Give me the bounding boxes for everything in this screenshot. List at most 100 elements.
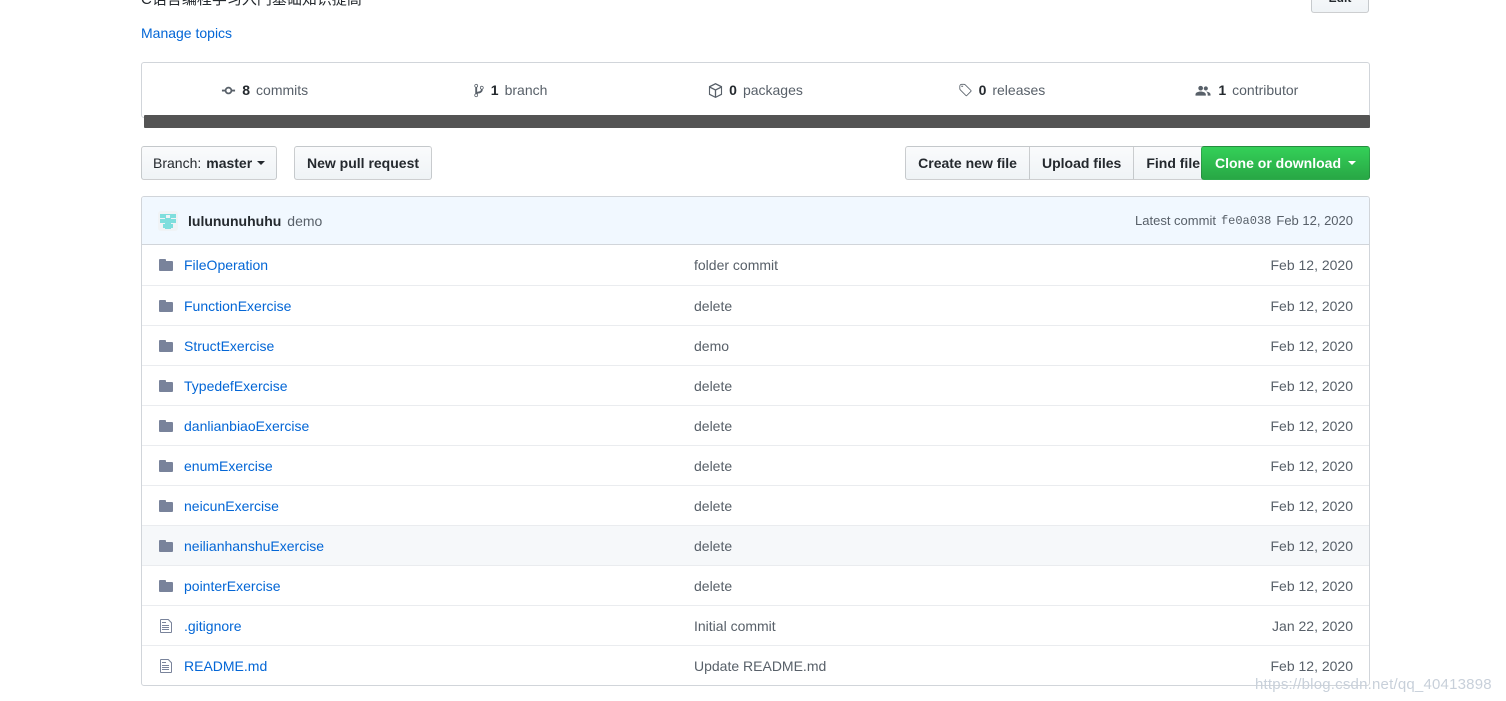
- summary-item-packages[interactable]: 0 packages: [633, 63, 878, 117]
- summary-item-commits[interactable]: 8 commits: [142, 63, 387, 117]
- file-commit-date: Feb 12, 2020: [1270, 417, 1353, 434]
- table-row[interactable]: danlianbiaoExercise delete Feb 12, 2020: [142, 405, 1369, 445]
- table-row[interactable]: FunctionExercise delete Feb 12, 2020: [142, 285, 1369, 325]
- package-icon: [708, 82, 723, 98]
- file-name-link[interactable]: README.md: [184, 658, 694, 674]
- file-rows-container: FileOperation folder commit Feb 12, 2020 Fu…: [142, 245, 1369, 685]
- folder-icon: [158, 458, 174, 474]
- file-commit-message[interactable]: delete: [694, 298, 1233, 314]
- table-row[interactable]: StructExercise demo Feb 12, 2020: [142, 325, 1369, 365]
- upload-files-button[interactable]: Upload files: [1028, 146, 1134, 180]
- table-row[interactable]: enumExercise delete Feb 12, 2020: [142, 445, 1369, 485]
- file-icon: [158, 658, 174, 674]
- folder-icon: [158, 578, 174, 594]
- people-icon: [1194, 83, 1212, 98]
- folder-icon: [158, 538, 174, 554]
- file-commit-message[interactable]: demo: [694, 338, 1233, 354]
- file-name-link[interactable]: pointerExercise: [184, 578, 694, 594]
- file-commit-date: Feb 12, 2020: [1270, 337, 1353, 354]
- file-commit-date: Feb 12, 2020: [1270, 257, 1353, 273]
- table-row[interactable]: .gitignore Initial commit Jan 22, 2020: [142, 605, 1369, 645]
- table-row[interactable]: TypedefExercise delete Feb 12, 2020: [142, 365, 1369, 405]
- clone-button-label: Clone or download: [1215, 155, 1341, 171]
- summary-item-contributors[interactable]: 1 contributor: [1124, 63, 1369, 117]
- watermark: https://blog.csdn.net/qq_40413898: [1255, 676, 1492, 693]
- file-commit-message[interactable]: Update README.md: [694, 658, 1233, 674]
- latest-commit-meta: Latest commit fe0a038 Feb 12, 2020: [1135, 213, 1353, 228]
- table-row[interactable]: README.md Update README.md Feb 12, 2020: [142, 645, 1369, 685]
- table-row[interactable]: neilianhanshuExercise delete Feb 12, 2020: [142, 525, 1369, 565]
- avatar[interactable]: [158, 210, 178, 231]
- file-name-link[interactable]: neicunExercise: [184, 498, 694, 514]
- file-commit-date: Feb 12, 2020: [1270, 657, 1353, 674]
- edit-button[interactable]: Edit: [1311, 0, 1369, 13]
- branch-prefix-label: Branch:: [153, 155, 202, 171]
- commit-message-link[interactable]: demo: [287, 213, 322, 229]
- horizontal-scrollbar[interactable]: [144, 115, 1370, 128]
- folder-icon: [158, 257, 174, 273]
- file-icon: [158, 618, 174, 634]
- clone-or-download-button[interactable]: Clone or download: [1201, 146, 1370, 180]
- folder-icon: [158, 338, 174, 354]
- file-commit-message[interactable]: delete: [694, 538, 1233, 554]
- branch-name-label: master: [206, 155, 253, 171]
- summary-count-packages: 0: [729, 82, 737, 98]
- repository-summary-bar: 8 commits 1 branch 0 packages 0 releases: [141, 62, 1370, 118]
- chevron-down-icon: [257, 161, 266, 165]
- table-row[interactable]: neicunExercise delete Feb 12, 2020: [142, 485, 1369, 525]
- latest-commit-date: Feb 12, 2020: [1276, 213, 1353, 228]
- git-commit-icon: [221, 83, 236, 98]
- chevron-down-icon: [1348, 161, 1356, 165]
- create-new-file-button[interactable]: Create new file: [905, 146, 1029, 180]
- commit-author-link[interactable]: lulununuhuhu: [188, 213, 281, 229]
- summary-count-branch: 1: [490, 82, 499, 98]
- file-listing: lulununuhuhu demo Latest commit fe0a038 …: [141, 196, 1370, 686]
- file-name-link[interactable]: StructExercise: [184, 338, 694, 354]
- file-name-link[interactable]: .gitignore: [184, 618, 694, 634]
- repository-page: C语言编程学习入门基础知识提高 Edit Manage topics 8 com…: [0, 0, 1506, 701]
- file-commit-date: Feb 12, 2020: [1270, 497, 1353, 514]
- commit-sha-link[interactable]: fe0a038: [1221, 214, 1271, 228]
- summary-label-releases: releases: [992, 82, 1046, 98]
- summary-label-commits: commits: [256, 82, 309, 98]
- repository-description: C语言编程学习入门基础知识提高: [141, 0, 362, 10]
- file-name-link[interactable]: FunctionExercise: [184, 298, 694, 314]
- summary-count-releases: 0: [978, 82, 987, 98]
- file-name-link[interactable]: danlianbiaoExercise: [184, 418, 694, 434]
- manage-topics-link[interactable]: Manage topics: [141, 24, 232, 42]
- branch-selector-button[interactable]: Branch: master: [141, 146, 278, 180]
- file-commit-message[interactable]: delete: [694, 458, 1233, 474]
- file-commit-message[interactable]: delete: [694, 418, 1233, 434]
- git-branch-icon: [473, 83, 485, 98]
- file-commit-message[interactable]: Initial commit: [694, 618, 1233, 634]
- file-commit-message[interactable]: delete: [694, 378, 1233, 394]
- table-row[interactable]: pointerExercise delete Feb 12, 2020: [142, 565, 1369, 605]
- file-name-link[interactable]: FileOperation: [184, 257, 694, 273]
- summary-count-contributors: 1: [1218, 82, 1227, 98]
- file-name-link[interactable]: neilianhanshuExercise: [184, 538, 694, 554]
- file-commit-date: Feb 12, 2020: [1270, 537, 1353, 554]
- summary-label-contributors: contributor: [1232, 82, 1299, 98]
- summary-item-branch[interactable]: 1 branch: [387, 63, 632, 117]
- tag-icon: [957, 83, 973, 98]
- file-commit-date: Feb 12, 2020: [1270, 297, 1353, 314]
- file-commit-date: Feb 12, 2020: [1270, 377, 1353, 394]
- summary-label-branch: branch: [504, 82, 548, 98]
- file-commit-message[interactable]: folder commit: [694, 257, 1233, 273]
- file-commit-message[interactable]: delete: [694, 578, 1233, 594]
- summary-label-packages: packages: [742, 82, 803, 98]
- new-pull-request-button[interactable]: New pull request: [294, 146, 433, 180]
- file-commit-date: Feb 12, 2020: [1270, 457, 1353, 474]
- file-commit-date: Feb 12, 2020: [1270, 577, 1353, 594]
- file-name-link[interactable]: TypedefExercise: [184, 378, 694, 394]
- folder-icon: [158, 498, 174, 514]
- file-action-button-group: Create new file Upload files Find file: [905, 146, 1213, 180]
- folder-icon: [158, 378, 174, 394]
- file-commit-message[interactable]: delete: [694, 498, 1233, 514]
- latest-commit-prefix: Latest commit: [1135, 213, 1216, 228]
- summary-item-releases[interactable]: 0 releases: [878, 63, 1123, 117]
- summary-count-commits: 8: [242, 82, 251, 98]
- file-name-link[interactable]: enumExercise: [184, 458, 694, 474]
- table-row[interactable]: FileOperation folder commit Feb 12, 2020: [142, 245, 1369, 285]
- repository-toolbar: Branch: master New pull request Create n…: [141, 146, 1370, 180]
